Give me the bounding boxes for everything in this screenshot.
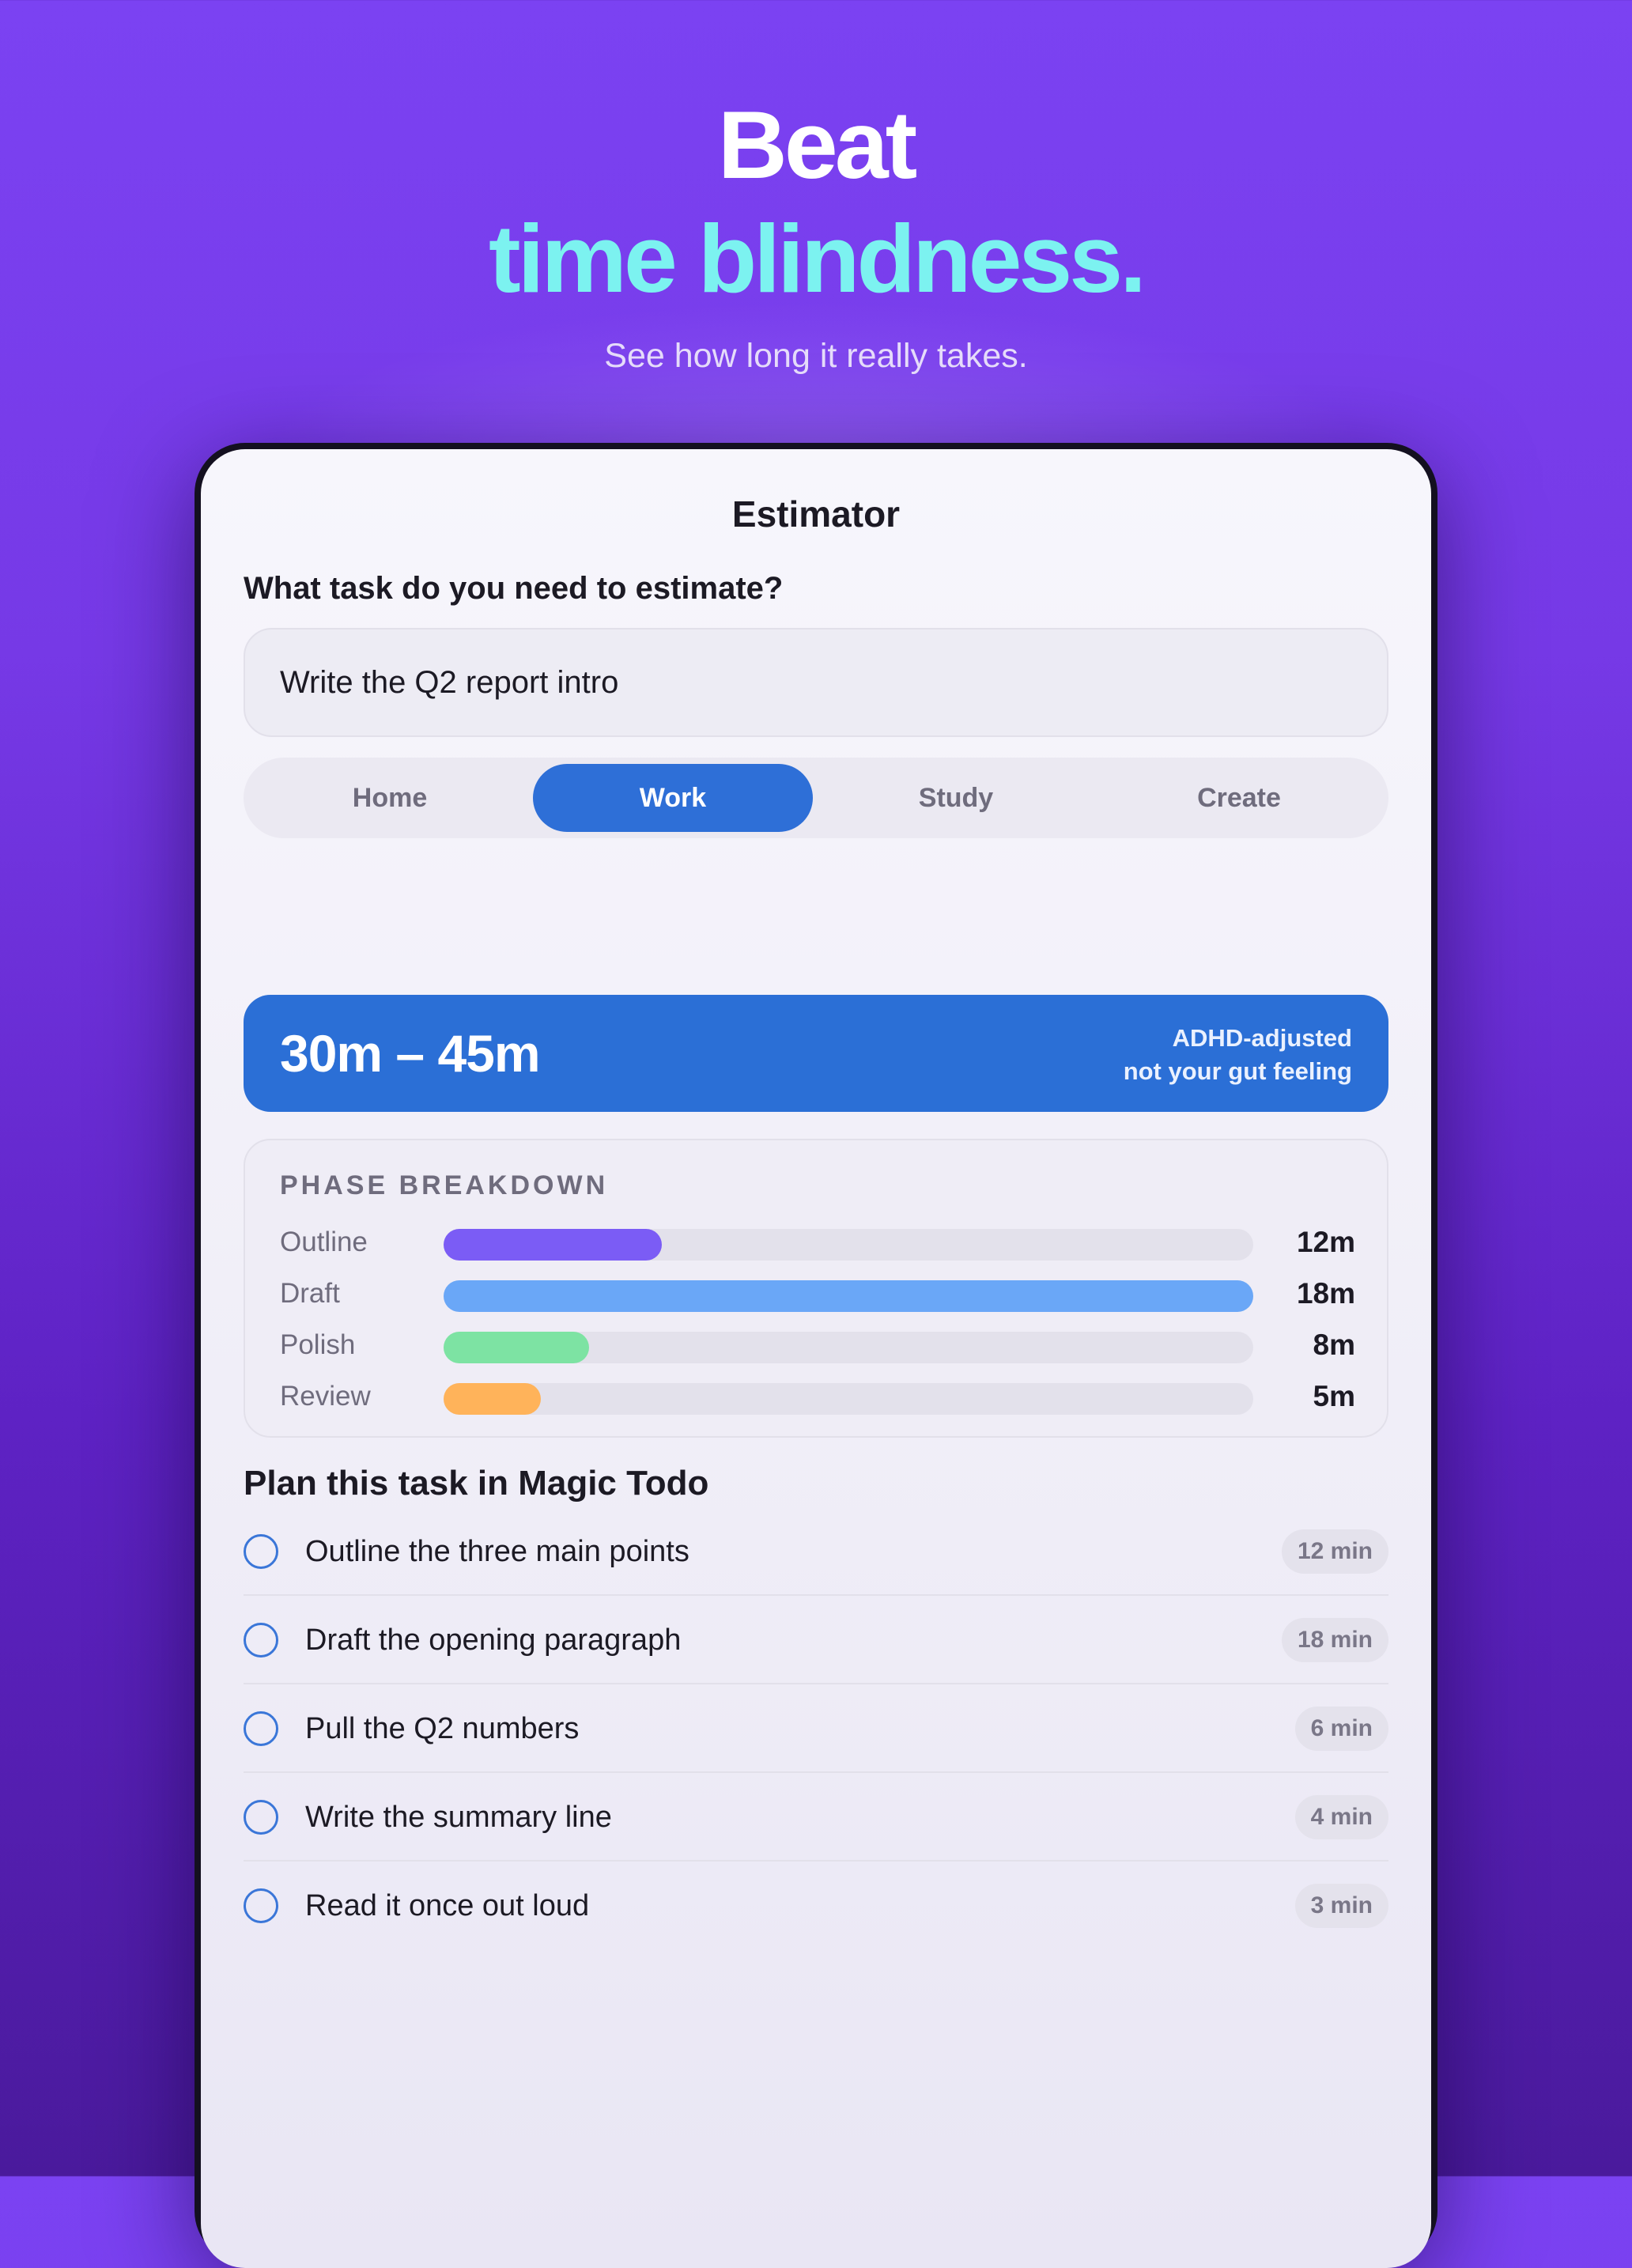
phase-breakdown-heading: PHASE BREAKDOWN — [280, 1170, 609, 1200]
phase-row: Outline 12m — [245, 1223, 1390, 1262]
estimate-range: 30m – 45m — [280, 1024, 541, 1083]
task-question-label: What task do you need to estimate? — [244, 571, 784, 606]
category-segmented-control: Home Work Study Create — [244, 758, 1388, 838]
todo-duration-badge: 6 min — [1294, 1707, 1388, 1751]
todo-item[interactable]: Write the summary line 4 min — [244, 1773, 1388, 1862]
category-tab-work[interactable]: Work — [533, 764, 813, 832]
category-tab-home[interactable]: Home — [250, 764, 530, 832]
todo-item[interactable]: Read it once out loud 3 min — [244, 1862, 1388, 1950]
hero-subtitle: See how long it really takes. — [604, 337, 1028, 375]
todo-checkbox[interactable] — [244, 1623, 278, 1658]
estimate-note-line1: ADHD-adjusted — [1172, 1024, 1352, 1052]
category-tab-study[interactable]: Study — [816, 764, 1096, 832]
todo-checkbox[interactable] — [244, 1711, 278, 1746]
estimator-screen: Estimator What task do you need to estim… — [201, 449, 1431, 2268]
todo-label: Outline the three main points — [305, 1535, 689, 1568]
hero-title-line1: Beat — [717, 91, 917, 198]
estimate-note: ADHD-adjusted not your gut feeling — [1124, 1022, 1352, 1088]
todo-item[interactable]: Pull the Q2 numbers 6 min — [244, 1684, 1388, 1773]
phase-label: Outline — [280, 1227, 368, 1257]
phase-bar-fill — [444, 1332, 590, 1363]
todo-label: Read it once out loud — [305, 1889, 590, 1922]
phase-value: 18m — [1296, 1277, 1355, 1310]
phase-bar-track — [444, 1383, 1253, 1415]
todo-item[interactable]: Draft the opening paragraph 18 min — [244, 1596, 1388, 1684]
phase-row: Polish 8m — [245, 1325, 1390, 1365]
phase-bar-track — [444, 1229, 1253, 1261]
hero-title-line2: time blindness. — [488, 205, 1147, 312]
plan-section-title: Plan this task in Magic Todo — [244, 1464, 709, 1503]
phase-bar-track — [444, 1332, 1253, 1363]
phase-row: Review 5m — [245, 1377, 1390, 1416]
phase-value: 12m — [1296, 1226, 1355, 1258]
todo-duration-badge: 12 min — [1281, 1529, 1388, 1574]
task-input[interactable] — [244, 628, 1388, 737]
todo-item[interactable]: Outline the three main points 12 min — [244, 1507, 1388, 1596]
phase-bar-track — [444, 1280, 1253, 1312]
phase-breakdown-card: PHASE BREAKDOWN Outline 12m Draft 18m Po… — [244, 1139, 1388, 1438]
phase-label: Draft — [280, 1278, 340, 1309]
estimate-card: 30m – 45m ADHD-adjusted not your gut fee… — [244, 995, 1388, 1112]
todo-checkbox[interactable] — [244, 1534, 278, 1569]
todo-duration-badge: 3 min — [1294, 1884, 1388, 1928]
phase-value: 8m — [1313, 1329, 1355, 1361]
category-tab-create[interactable]: Create — [1099, 764, 1379, 832]
phase-bar-fill — [444, 1280, 1253, 1312]
phase-value: 5m — [1313, 1380, 1355, 1412]
todo-checkbox[interactable] — [244, 1800, 278, 1835]
phase-row: Draft 18m — [245, 1274, 1390, 1314]
todo-label: Pull the Q2 numbers — [305, 1712, 580, 1745]
phase-bar-fill — [444, 1229, 663, 1261]
todo-label: Draft the opening paragraph — [305, 1624, 682, 1657]
estimate-note-line2: not your gut feeling — [1123, 1057, 1352, 1085]
todo-checkbox[interactable] — [244, 1888, 278, 1923]
todo-duration-badge: 4 min — [1294, 1795, 1388, 1839]
phase-label: Review — [280, 1381, 371, 1412]
screen-title: Estimator — [731, 493, 901, 535]
todo-duration-badge: 18 min — [1281, 1618, 1388, 1662]
phase-bar-fill — [444, 1383, 541, 1415]
todo-label: Write the summary line — [305, 1801, 612, 1834]
phase-label: Polish — [280, 1329, 356, 1360]
